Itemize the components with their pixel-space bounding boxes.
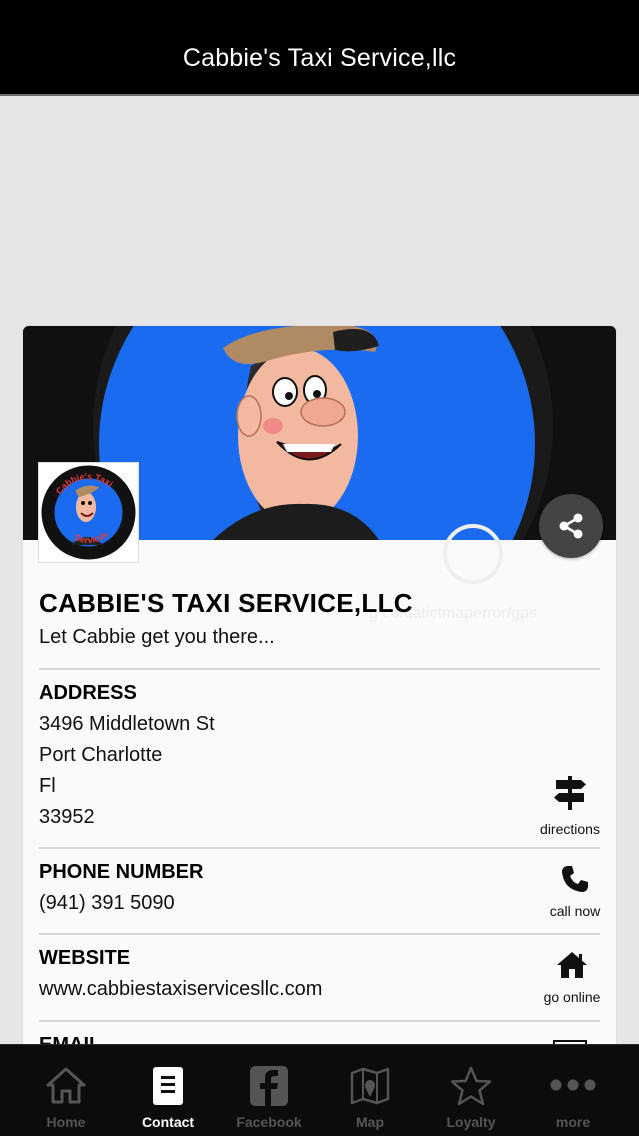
- share-icon: [559, 513, 583, 539]
- star-icon: [450, 1066, 492, 1106]
- phone-label: PHONE NUMBER: [39, 861, 204, 883]
- tab-contact-label: Contact: [141, 1114, 195, 1130]
- call-now-label: call now: [549, 903, 601, 919]
- top-bar: Cabbie's Taxi Service,llc: [0, 0, 639, 96]
- tab-map-label: Map: [356, 1114, 384, 1130]
- tab-more[interactable]: more: [522, 1045, 624, 1136]
- address-line-4[interactable]: 33952: [39, 806, 95, 829]
- tab-facebook[interactable]: Facebook: [218, 1045, 320, 1136]
- go-online-label: go online: [543, 989, 601, 1005]
- map-icon: [350, 1067, 390, 1105]
- address-line-1[interactable]: 3496 Middletown St: [39, 713, 215, 736]
- tab-contact[interactable]: Contact: [117, 1045, 219, 1136]
- more-icon: [550, 1079, 596, 1091]
- phone-value[interactable]: (941) 391 5090: [39, 892, 175, 915]
- address-label: ADDRESS: [39, 682, 137, 704]
- business-name: CABBIE'S TAXI SERVICE,LLC: [39, 588, 413, 618]
- address-line-2[interactable]: Port Charlotte: [39, 744, 162, 767]
- tab-bar: Home Contact Facebook Map Loyalty more: [0, 1044, 639, 1136]
- directions-label: directions: [540, 821, 600, 837]
- call-now-button[interactable]: call now: [530, 864, 616, 919]
- business-tagline: Let Cabbie get you there...: [39, 626, 275, 648]
- contact-card: g contatictmaperror/gps Cabbie's Taxi Se…: [23, 326, 616, 1056]
- directions-button[interactable]: directions: [525, 774, 615, 837]
- tab-home-label: Home: [46, 1114, 86, 1130]
- divider: [39, 933, 600, 935]
- page-title: Cabbie's Taxi Service,llc: [182, 44, 457, 72]
- signpost-icon: [554, 776, 586, 810]
- address-line-3[interactable]: Fl: [39, 775, 56, 798]
- map-error-icon: [443, 524, 503, 584]
- tab-map[interactable]: Map: [319, 1045, 421, 1136]
- divider: [39, 668, 600, 670]
- go-online-button[interactable]: go online: [527, 950, 616, 1005]
- divider: [39, 1020, 600, 1022]
- facebook-icon: [250, 1066, 288, 1106]
- contact-icon: [153, 1067, 183, 1105]
- business-logo: Cabbie's Taxi Services: [38, 462, 139, 563]
- home-icon: [557, 952, 587, 978]
- tab-more-label: more: [555, 1114, 591, 1130]
- website-value[interactable]: www.cabbiestaxiservicesllc.com: [39, 978, 322, 1001]
- tab-loyalty-label: Loyalty: [446, 1114, 496, 1130]
- tab-loyalty[interactable]: Loyalty: [420, 1045, 522, 1136]
- tab-home[interactable]: Home: [15, 1045, 117, 1136]
- home-icon: [46, 1067, 86, 1104]
- website-label: WEBSITE: [39, 947, 131, 969]
- divider: [39, 847, 600, 849]
- tab-facebook-label: Facebook: [236, 1114, 302, 1130]
- phone-icon: [562, 866, 588, 892]
- share-button[interactable]: [539, 494, 603, 558]
